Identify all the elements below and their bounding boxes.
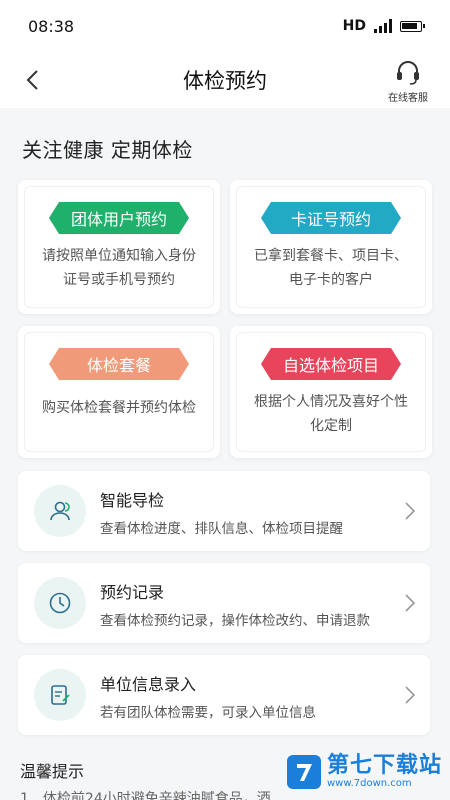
tips-line: 1、体检前24小时避免辛辣油腻食品，酒: [20, 791, 271, 800]
card-number-booking-label: 卡证号预约: [261, 202, 401, 234]
group-booking-label: 团体用户预约: [49, 202, 189, 234]
checkup-package-card[interactable]: 体检套餐 购买体检套餐并预约体检: [18, 326, 220, 458]
chevron-left-icon: [26, 70, 38, 90]
watermark-url: www.7down.com: [326, 778, 412, 789]
watermark-text: 第七下载站: [326, 753, 442, 778]
headset-icon: [397, 61, 419, 85]
custom-items-card[interactable]: 自选体检项目 根据个人情况及喜好个性化定制: [230, 326, 432, 458]
watermark: 第七下载站 www.7down.com: [286, 753, 442, 790]
company-info-title: 单位信息录入: [100, 675, 197, 694]
smart-guide-row[interactable]: 智能导检 查看体检进度、排队信息、体检项目提醒: [18, 471, 430, 551]
card-number-booking-card[interactable]: 卡证号预约 已拿到套餐卡、项目卡、电子卡的客户: [230, 180, 432, 314]
slogan: 关注健康 定期体检: [22, 138, 193, 162]
page-title: 体检预约: [183, 69, 267, 93]
chevron-right-icon: [405, 686, 416, 704]
booking-records-row[interactable]: 预约记录 查看体检预约记录，操作体检改约、申请退款: [18, 563, 430, 643]
company-info-row[interactable]: 单位信息录入 若有团队体检需要，可录入单位信息: [18, 655, 430, 735]
page-header: 体检预约 在线客服: [0, 52, 450, 108]
company-info-icon-wrap: [34, 669, 86, 721]
booking-records-icon-wrap: [34, 577, 86, 629]
smart-guide-sub: 查看体检进度、排队信息、体检项目提醒: [100, 521, 343, 537]
group-booking-card[interactable]: 团体用户预约 请按照单位通知输入身份证号或手机号预约: [18, 180, 220, 314]
online-service-button[interactable]: 在线客服: [382, 52, 434, 104]
checkup-package-label: 体检套餐: [49, 348, 189, 380]
user-group-icon: [50, 501, 70, 521]
status-bar: 08:38 HD: [0, 0, 450, 52]
edit-document-icon: [51, 685, 70, 705]
card-number-booking-desc: 已拿到套餐卡、项目卡、电子卡的客户: [254, 248, 408, 288]
chevron-right-icon: [405, 594, 416, 612]
custom-items-desc: 根据个人情况及喜好个性化定制: [254, 394, 408, 434]
network-label: HD: [342, 18, 366, 34]
clock-icon: [49, 592, 71, 614]
online-service-label: 在线客服: [388, 93, 428, 104]
smart-guide-icon-wrap: [34, 485, 86, 537]
signal-icon: [374, 19, 392, 33]
watermark-logo-icon: [286, 755, 321, 789]
booking-records-title: 预约记录: [100, 583, 165, 602]
main-content: 关注健康 定期体检 团体用户预约 请按照单位通知输入身份证号或手机号预约 卡证号…: [0, 108, 450, 800]
chevron-right-icon: [405, 502, 416, 520]
status-icons: HD: [342, 18, 425, 34]
group-booking-desc: 请按照单位通知输入身份证号或手机号预约: [42, 248, 196, 288]
back-button[interactable]: [18, 64, 46, 96]
battery-icon: [400, 20, 425, 32]
company-info-sub: 若有团队体检需要，可录入单位信息: [100, 705, 316, 721]
booking-records-sub: 查看体检预约记录，操作体检改约、申请退款: [100, 613, 370, 629]
smart-guide-title: 智能导检: [100, 491, 165, 510]
tips-title: 温馨提示: [20, 762, 85, 781]
custom-items-label: 自选体检项目: [261, 348, 401, 380]
status-time: 08:38: [28, 16, 75, 36]
checkup-package-desc: 购买体检套餐并预约体检: [42, 400, 196, 416]
